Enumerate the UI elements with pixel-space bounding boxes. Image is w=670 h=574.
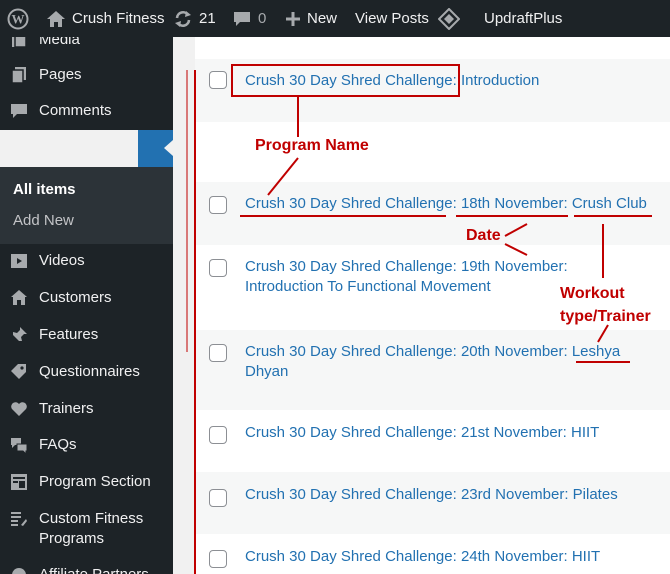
table-row: Crush 30 Day Shred Challenge: 18th Novem…: [195, 182, 670, 245]
diamond-icon: [438, 7, 460, 30]
heart-icon: [9, 399, 29, 419]
tag-icon: [9, 362, 29, 382]
admin-bar: W Crush Fitness 21 0 New View Posts Updr…: [0, 0, 670, 37]
media-icon: [9, 37, 29, 50]
menu-label: Trainers: [39, 400, 94, 417]
menu-item-affiliate-partners[interactable]: Affiliate Partners: [0, 565, 173, 574]
home-icon: [46, 10, 66, 28]
affiliate-icon: [9, 565, 29, 574]
row-checkbox[interactable]: [209, 196, 227, 214]
faqs-icon: [9, 435, 29, 455]
current-menu-highlight: [0, 130, 138, 167]
menu-label: Videos: [39, 252, 85, 269]
menu-label: Customers: [39, 289, 112, 306]
view-posts-link[interactable]: View Posts: [355, 0, 429, 37]
custom-programs-icon: [9, 509, 29, 529]
updates-count: 21: [199, 10, 216, 27]
post-title-link[interactable]: Crush 30 Day Shred Challenge: 23rd Novem…: [245, 485, 665, 505]
svg-text:W: W: [12, 11, 25, 26]
updraftplus-link[interactable]: UpdraftPlus: [484, 0, 562, 37]
post-title-link[interactable]: Crush 30 Day Shred Challenge: 18th Novem…: [245, 194, 665, 214]
pin-icon: [9, 325, 29, 345]
row-checkbox[interactable]: [209, 489, 227, 507]
list-top-row: [195, 37, 670, 59]
menu-item-custom-fitness-programs[interactable]: Custom Fitness Programs: [0, 509, 173, 549]
submenu: All items Add New: [0, 167, 173, 244]
menu-label: Affiliate Partners: [39, 565, 149, 574]
post-title-link[interactable]: Crush 30 Day Shred Challenge: 21st Novem…: [245, 423, 665, 443]
comments-icon: [9, 101, 29, 121]
table-row: Crush 30 Day Shred Challenge: 20th Novem…: [195, 330, 670, 410]
comments-link[interactable]: 0: [232, 0, 266, 37]
posts-list-area: Crush 30 Day Shred Challenge: Introducti…: [173, 37, 670, 574]
menu-item-comments[interactable]: Comments: [0, 101, 173, 121]
post-title-link[interactable]: Crush 30 Day Shred Challenge: 24th Novem…: [245, 547, 665, 567]
updates-icon: [173, 9, 193, 29]
plus-icon: [285, 11, 301, 27]
comment-bubble-icon: [232, 10, 252, 28]
menu-label: Questionnaires: [39, 363, 140, 380]
menu-item-program-section[interactable]: Program Section: [0, 472, 173, 492]
row-checkbox[interactable]: [209, 426, 227, 444]
table-row: Crush 30 Day Shred Challenge: Introducti…: [195, 59, 670, 122]
new-content-link[interactable]: New: [285, 0, 337, 37]
menu-item-faqs[interactable]: FAQs: [0, 435, 173, 455]
menu-item-videos[interactable]: Videos: [0, 251, 173, 271]
menu-label: Comments: [39, 102, 112, 119]
site-name: Crush Fitness: [72, 10, 165, 27]
plugin-diamond-button[interactable]: [438, 0, 460, 37]
view-posts-label: View Posts: [355, 10, 429, 27]
admin-sidebar: Media Pages Comments All items Add New V…: [0, 37, 173, 574]
new-label: New: [307, 10, 338, 27]
pages-icon: [9, 65, 29, 85]
table-row: Crush 30 Day Shred Challenge: 23rd Novem…: [195, 472, 670, 534]
comments-count: 0: [258, 10, 267, 27]
menu-label: FAQs: [39, 436, 77, 453]
menu-label: Pages: [39, 66, 82, 83]
menu-label: Program Section: [39, 473, 151, 490]
menu-item-pages[interactable]: Pages: [0, 65, 173, 85]
menu-item-features[interactable]: Features: [0, 325, 173, 345]
menu-item-customers[interactable]: Customers: [0, 288, 173, 308]
post-title-link[interactable]: Crush 30 Day Shred Challenge: 19th Novem…: [245, 257, 595, 297]
annotation-workout: Workout: [560, 285, 625, 302]
annotation-date: Date: [466, 227, 501, 244]
table-row: Crush 30 Day Shred Challenge: 24th Novem…: [195, 534, 670, 574]
annotation-program-name: Program Name: [255, 137, 369, 154]
row-checkbox[interactable]: [209, 550, 227, 568]
updates-link[interactable]: 21: [173, 0, 216, 37]
updraftplus-label: UpdraftPlus: [484, 10, 563, 27]
row-checkbox[interactable]: [209, 71, 227, 89]
customers-icon: [9, 288, 29, 308]
menu-item-media[interactable]: Media: [0, 37, 173, 50]
program-section-icon: [9, 472, 29, 492]
row-checkbox[interactable]: [209, 344, 227, 362]
row-checkbox[interactable]: [209, 259, 227, 277]
annotation-type-trainer: type/Trainer: [560, 308, 651, 325]
videos-icon: [9, 251, 29, 271]
wp-logo-button[interactable]: W: [7, 0, 29, 37]
post-title-link[interactable]: Crush 30 Day Shred Challenge: 20th Novem…: [245, 342, 635, 382]
current-menu-arrow-icon: [164, 140, 173, 156]
table-row: Crush 30 Day Shred Challenge: 21st Novem…: [195, 410, 670, 472]
menu-label: Custom Fitness Programs: [39, 510, 144, 547]
post-title-link[interactable]: Crush 30 Day Shred Challenge: Introducti…: [245, 71, 665, 91]
wordpress-icon: W: [7, 8, 29, 30]
menu-item-trainers[interactable]: Trainers: [0, 399, 173, 419]
menu-item-questionnaires[interactable]: Questionnaires: [0, 362, 173, 382]
submenu-all-items[interactable]: All items: [13, 181, 76, 198]
menu-label: Features: [39, 326, 99, 343]
current-menu-item[interactable]: [0, 130, 173, 167]
submenu-add-new[interactable]: Add New: [13, 212, 74, 229]
posts-list: Crush 30 Day Shred Challenge: Introducti…: [195, 37, 670, 574]
site-name-link[interactable]: Crush Fitness: [46, 0, 165, 37]
menu-label: Media: [39, 37, 80, 48]
